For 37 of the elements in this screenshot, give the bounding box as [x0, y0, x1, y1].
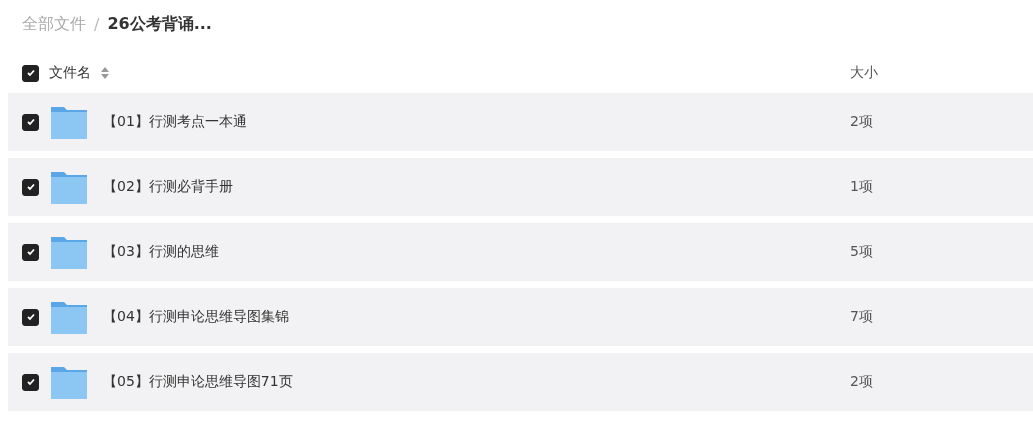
file-name: 【05】行测申论思维导图71页 — [103, 373, 293, 391]
folder-icon — [51, 300, 87, 334]
folder-icon — [51, 170, 87, 204]
folder-icon — [51, 235, 87, 269]
check-icon — [25, 312, 36, 322]
file-name: 【04】行测申论思维导图集锦 — [103, 308, 289, 326]
checkbox[interactable] — [22, 308, 39, 326]
file-size: 2项 — [850, 113, 873, 131]
column-header[interactable]: 文件名 — [49, 64, 91, 82]
file-row[interactable]: 【02】行测必背手册 1项 — [8, 158, 1033, 216]
file-size: 2项 — [850, 373, 873, 391]
file-size: 1项 — [850, 178, 873, 196]
checkbox[interactable] — [22, 243, 39, 261]
checkbox[interactable] — [22, 373, 39, 391]
breadcrumb-separator: / — [94, 14, 100, 34]
check-icon — [25, 247, 36, 257]
check-icon — [25, 377, 36, 387]
file-row[interactable]: 【05】行测申论思维导图71页 2项 — [8, 353, 1033, 411]
checkbox[interactable] — [22, 178, 39, 196]
file-row[interactable]: 【03】行测的思维 5项 — [8, 223, 1033, 281]
file-name: 【03】行测的思维 — [103, 243, 219, 261]
file-row[interactable]: 【01】行测考点一本通 2项 — [8, 93, 1033, 151]
check-icon — [25, 117, 36, 127]
folder-icon — [51, 105, 87, 139]
file-size: 7项 — [850, 308, 873, 326]
column-header[interactable]: 大小 — [850, 64, 878, 82]
file-name: 【02】行测必背手册 — [103, 178, 233, 196]
breadcrumb-current: 26公考背诵... — [107, 13, 212, 35]
file-size: 5项 — [850, 243, 873, 261]
check-icon — [25, 68, 36, 78]
checkbox[interactable] — [22, 113, 39, 131]
check-icon — [25, 182, 36, 192]
file-name: 【01】行测考点一本通 — [103, 113, 247, 131]
sort-icon[interactable] — [101, 67, 109, 79]
file-row[interactable]: 【04】行测申论思维导图集锦 7项 — [8, 288, 1033, 346]
checkbox[interactable] — [22, 64, 39, 82]
folder-icon — [51, 365, 87, 399]
